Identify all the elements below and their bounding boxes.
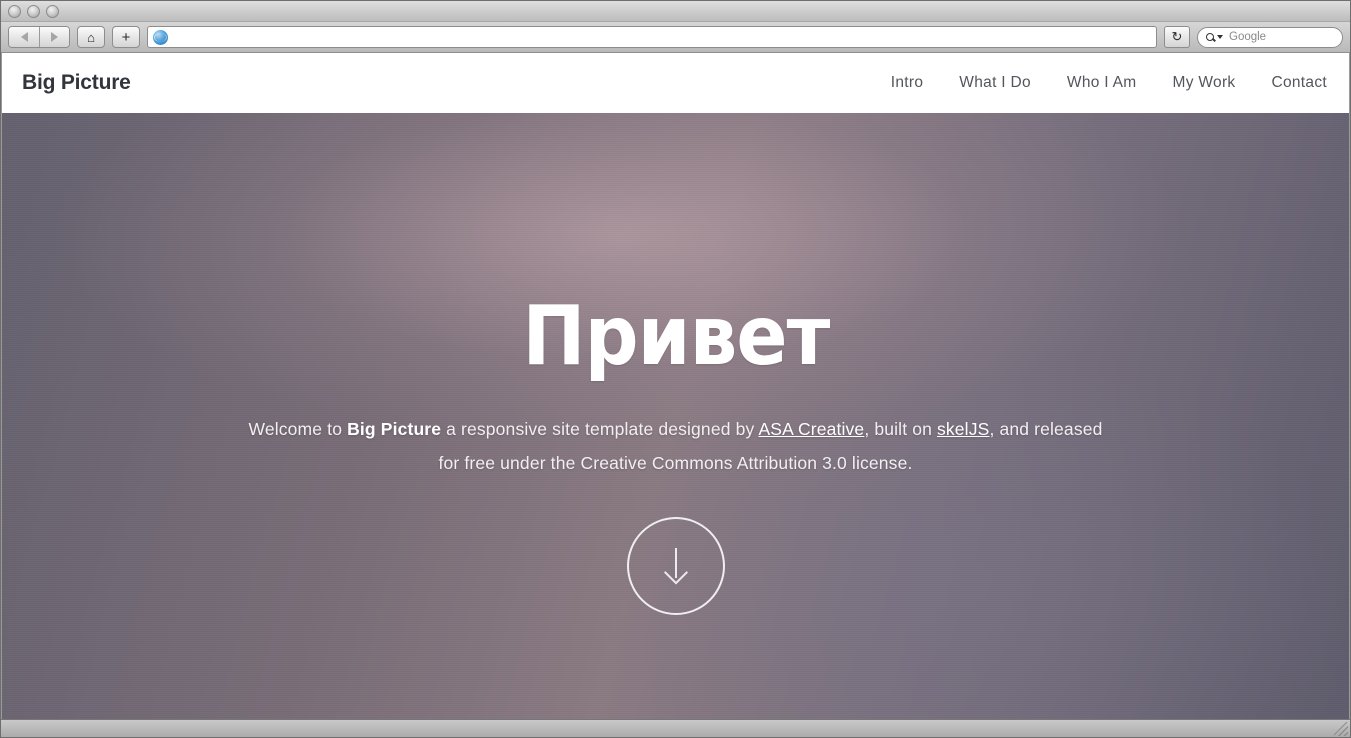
hero-text-part-1: Welcome to <box>248 419 348 439</box>
nav-item-what-i-do[interactable]: What I Do <box>959 74 1031 92</box>
home-icon: ⌂ <box>87 29 95 45</box>
hero-brand-emphasis: Big Picture <box>347 419 442 439</box>
address-bar[interactable] <box>147 26 1157 48</box>
chevron-right-icon <box>51 32 58 42</box>
browser-titlebar <box>1 1 1350 22</box>
globe-icon <box>153 29 168 45</box>
chevron-down-icon <box>1217 35 1223 39</box>
link-asa-creative[interactable]: ASA Creative <box>758 419 864 439</box>
hero-title: Привет <box>521 289 830 384</box>
hero-banner: Привет Welcome to Big Picture a responsi… <box>2 113 1349 719</box>
nav-item-my-work[interactable]: My Work <box>1173 74 1236 92</box>
home-button[interactable]: ⌂ <box>77 26 105 48</box>
page-viewport: Big Picture Intro What I Do Who I Am My … <box>1 53 1350 719</box>
reload-icon: ↻ <box>1171 29 1183 44</box>
nav-item-contact[interactable]: Contact <box>1271 74 1327 92</box>
search-placeholder: Google <box>1229 31 1267 43</box>
browser-statusbar <box>1 719 1350 737</box>
site-logo[interactable]: Big Picture <box>22 71 131 95</box>
search-field[interactable]: Google <box>1197 26 1343 48</box>
minimize-window-button[interactable] <box>27 4 40 18</box>
chevron-left-icon <box>20 32 28 42</box>
hero-text-part-4: , and <box>989 419 1030 439</box>
browser-window: ⌂ + ↻ Google Big Picture Intro What I Do… <box>0 0 1351 738</box>
site-navigation: Intro What I Do Who I Am My Work Contact <box>891 74 1327 92</box>
reload-button[interactable]: ↻ <box>1164 26 1190 48</box>
resize-grip[interactable] <box>1334 722 1348 736</box>
browser-toolbar: ⌂ + ↻ Google <box>1 22 1350 53</box>
nav-item-who-i-am[interactable]: Who I Am <box>1067 74 1137 92</box>
hero-description: Welcome to Big Picture a responsive site… <box>246 412 1106 480</box>
navigation-buttons <box>8 26 70 48</box>
hero-text-part-3: , built on <box>864 419 937 439</box>
forward-button[interactable] <box>39 27 69 47</box>
nav-item-intro[interactable]: Intro <box>891 74 924 92</box>
new-tab-button[interactable]: + <box>112 26 140 48</box>
hero-text-part-2: a responsive site template designed by <box>441 419 759 439</box>
link-skeljs[interactable]: skelJS <box>937 419 989 439</box>
close-window-button[interactable] <box>8 4 21 18</box>
plus-icon: + <box>121 28 131 46</box>
scroll-down-button[interactable] <box>626 517 725 616</box>
search-icon <box>1206 33 1214 41</box>
window-controls <box>8 4 59 18</box>
site-header: Big Picture Intro What I Do Who I Am My … <box>2 53 1349 113</box>
arrow-down-icon <box>661 548 691 584</box>
maximize-window-button[interactable] <box>46 4 59 18</box>
back-button[interactable] <box>9 27 39 47</box>
